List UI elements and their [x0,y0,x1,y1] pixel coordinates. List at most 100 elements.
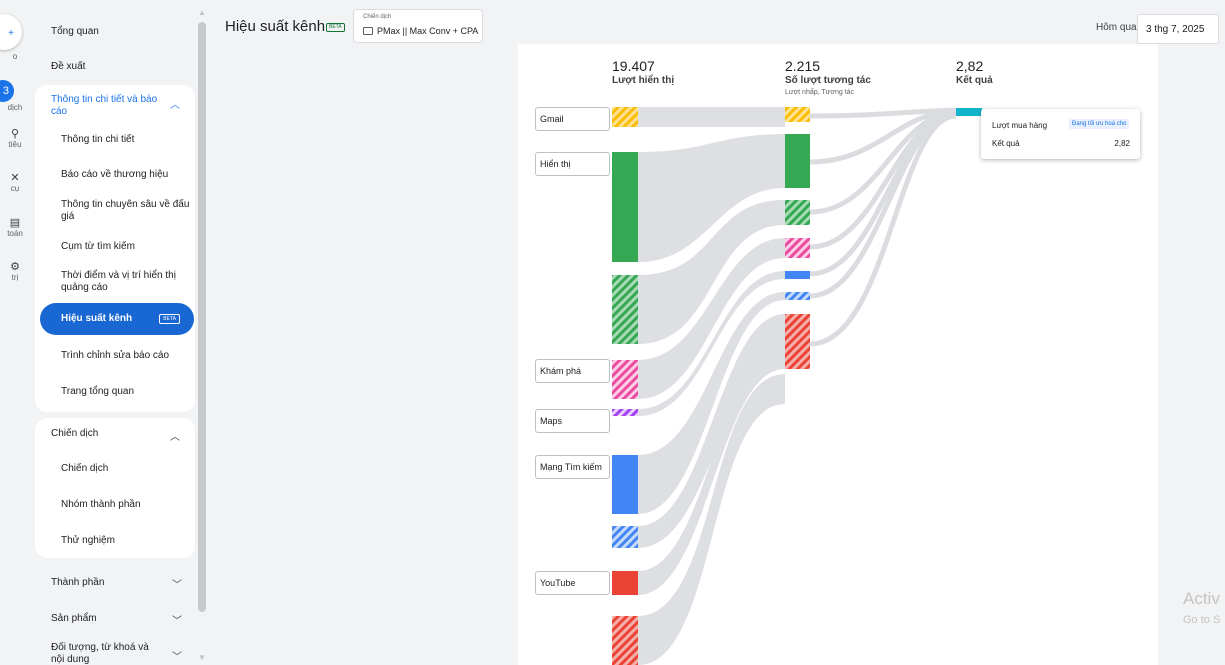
plus-icon: + [8,28,14,39]
campaign-selector-label: Chiến dịch [363,14,392,20]
nav-item-asset-groups[interactable]: Nhóm thành phần [61,497,191,511]
campaign-selector-value: PMax || Max Conv + CPA [377,26,479,36]
nav-item-brand-reports[interactable]: Báo cáo về thương hiệu [61,167,191,181]
source-label-discover[interactable]: Khám phá [535,359,610,383]
nav-item-recommendations[interactable]: Đề xuất [51,59,206,73]
nav-item-insights[interactable]: Thông tin chi tiết [61,132,191,146]
results-label: Kết quả [956,75,993,86]
nav-item-report-editor[interactable]: Trình chỉnh sửa báo cáo [61,348,191,362]
nav-label: Thành phần [51,576,105,588]
rail-item-create[interactable]: o [0,52,30,61]
rail-item-tools[interactable]: ✕ cụ [0,172,30,193]
chevron-down-icon[interactable]: ﹀ [172,576,192,591]
page-header: Hiệu suất kênh BETA Chiến dịch PMax || M… [210,0,1225,44]
node-result[interactable] [956,108,982,116]
page-title: Hiệu suất kênh [225,18,326,35]
nav-label: Đề xuất [51,60,86,72]
date-range-label: Hôm qua [1096,22,1137,33]
node-discover[interactable] [612,360,638,399]
date-range-picker[interactable]: 3 thg 7, 2025 [1137,14,1219,44]
nav-group-audiences-keywords-content[interactable]: Đối tượng, từ khoá và nội dung [51,641,161,665]
nav-item-search-terms[interactable]: Cụm từ tìm kiếm [61,239,191,253]
flows-interactions-to-results [809,107,957,347]
navigation-rail: + o 3 dịch ⚲ tiêu ✕ cụ ▤ toán ⚙ trị [0,0,30,665]
rail-label: toán [7,229,23,238]
campaign-type-icon [363,27,373,35]
impressions-value: 19.407 [612,58,655,74]
node-youtube[interactable] [612,571,638,595]
node-maps[interactable] [612,409,638,416]
nav-label: Nhóm thành phần [61,498,141,510]
tools-icon: ✕ [10,172,20,184]
nav-group-insights-reports[interactable]: Thông tin chi tiết và báo cáo [51,92,166,120]
node-gmail-interactions[interactable] [785,107,810,122]
optimizing-badge: Đang tối ưu hoá cho [1069,119,1130,129]
source-label-youtube[interactable]: YouTube [535,571,610,595]
source-label-search[interactable]: Mạng Tìm kiếm [535,455,610,479]
nav-item-when-where-ads-showed[interactable]: Thời điểm và vị trí hiển thị quảng cáo [61,269,191,295]
node-display[interactable] [612,152,638,262]
tooltip-title: Lượt mua hàng [992,121,1048,130]
node-search[interactable] [612,455,638,514]
source-label-gmail[interactable]: Gmail [535,107,610,131]
source-label-maps[interactable]: Maps [535,409,610,433]
node-display-engaged-interactions[interactable] [785,200,810,225]
nav-item-campaigns[interactable]: Chiến dịch [61,461,191,475]
rail-label: o [12,52,18,61]
create-button[interactable]: + [0,14,22,50]
chevron-down-icon[interactable]: ﹀ [172,612,192,627]
nav-item-dashboards[interactable]: Trang tổng quan [61,384,191,398]
rail-item-admin[interactable]: ⚙ trị [0,261,30,282]
node-search-interactions[interactable] [785,271,810,279]
beta-badge: BETA [326,23,345,32]
flows-impressions-to-interactions [638,107,785,665]
nav-label: Đối tượng, từ khoá và nội dung [51,642,149,665]
node-youtube-engaged[interactable] [612,616,638,665]
flow-to-result [809,113,957,347]
side-navigation: Tổng quan Đề xuất Thông tin chi tiết và … [30,0,200,665]
scroll-down-arrow-icon[interactable]: ▼ [198,653,206,662]
node-display-interactions[interactable] [785,134,810,188]
nav-label: Báo cáo về thương hiệu [61,168,169,180]
node-discover-interactions[interactable] [785,238,810,258]
interactions-label: Số lượt tương tác [785,75,871,86]
billing-icon: ▤ [9,217,21,229]
channel-performance-report: 19.407 Lượt hiển thị 2.215 Số lượt tương… [518,44,1158,665]
rail-label: tiêu [8,140,22,149]
nav-label: Tổng quan [51,25,99,37]
nav-label: Chiến dịch [61,462,109,474]
nav-label: Trang tổng quan [61,385,135,397]
campaign-selector[interactable]: Chiến dịch PMax || Max Conv + CPA [353,9,483,43]
rail-label: trị [11,273,19,282]
source-label-display[interactable]: Hiển thị [535,152,610,176]
chevron-down-icon[interactable]: ﹀ [172,648,192,663]
rail-item-goals[interactable]: ⚲ tiêu [0,128,30,149]
nav-label: Thông tin chi tiết [61,133,135,145]
result-tooltip: Lượt mua hàng Đang tối ưu hoá cho Kết qu… [981,109,1140,159]
nav-item-channel-performance[interactable]: Hiệu suất kênh BETA [40,303,194,335]
admin-icon: ⚙ [10,261,20,273]
node-search-engaged[interactable] [612,526,638,548]
interactions-value: 2.215 [785,58,821,74]
node-gmail[interactable] [612,107,638,127]
rail-item-campaigns[interactable]: dịch [0,103,30,112]
nav-label: Sản phẩm [51,612,97,624]
nav-item-experiments[interactable]: Thử nghiệm [61,533,191,547]
node-search-engaged-interactions[interactable] [785,292,810,300]
nav-label: Hiệu suất kênh [61,313,133,324]
scroll-up-arrow-icon[interactable]: ▲ [198,8,206,17]
nav-label: Chiến dịch [51,427,99,439]
node-display-engaged[interactable] [612,275,638,344]
chevron-up-icon[interactable]: ︿ [170,428,192,443]
tooltip-key: Kết quả [992,139,1020,148]
chevron-up-icon[interactable]: ︿ [170,96,192,111]
nav-item-auction-insights[interactable]: Thông tin chuyên sâu về đấu giá [61,198,191,224]
rail-label: dịch [7,103,23,112]
node-youtube-interactions[interactable] [785,314,810,369]
beta-badge: BETA [159,314,180,324]
rail-item-billing[interactable]: ▤ toán [0,217,30,238]
campaigns-icon[interactable]: 3 [0,80,14,102]
nav-item-overview[interactable]: Tổng quan [51,24,206,38]
rail-label: cụ [10,184,20,193]
sidebar-scrollbar[interactable] [198,22,206,612]
